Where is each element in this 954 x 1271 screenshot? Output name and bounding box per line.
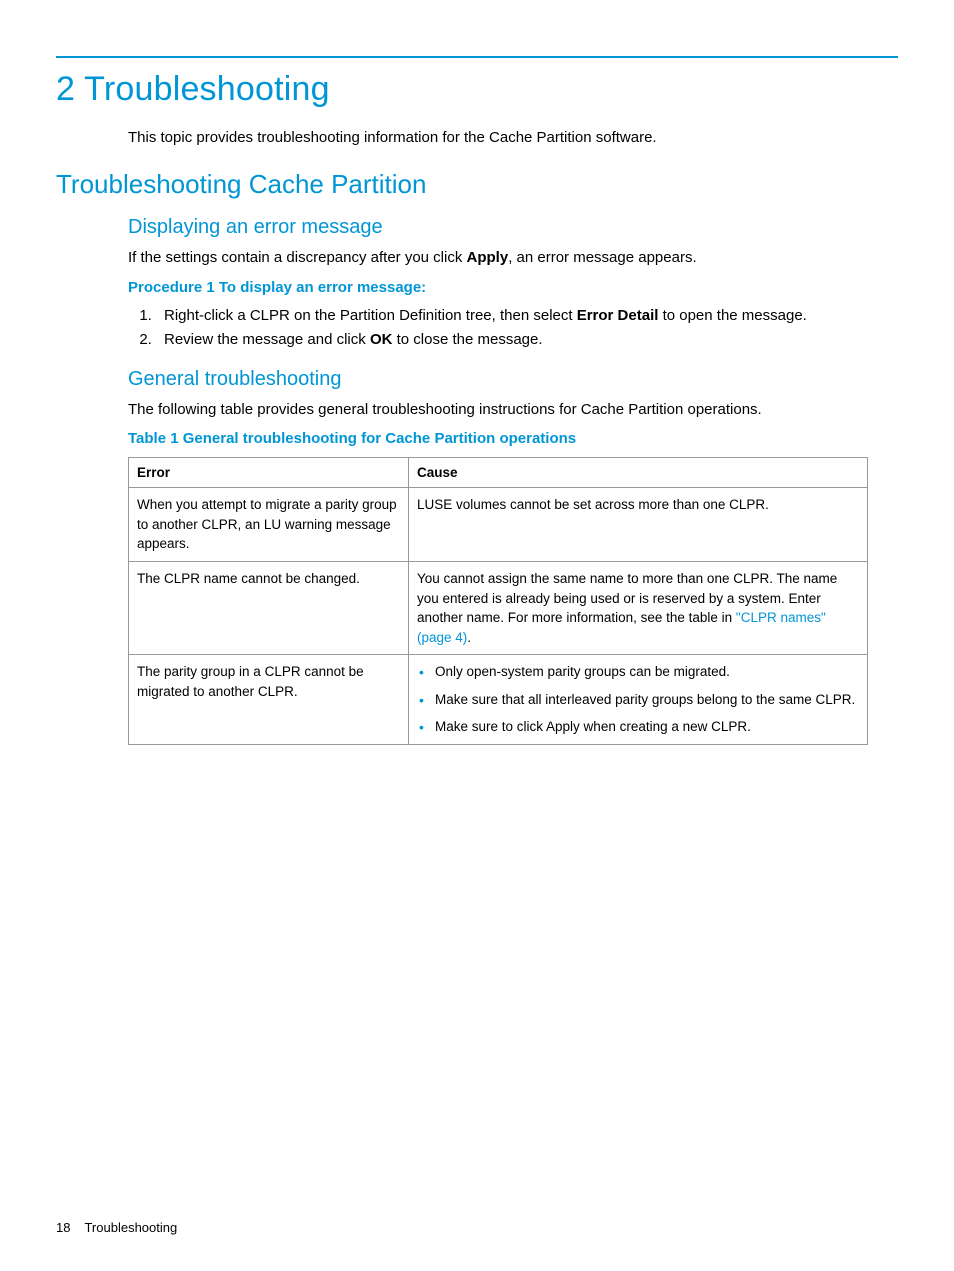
- section-title: Troubleshooting Cache Partition: [56, 169, 898, 200]
- step-text-fragment: to close the message.: [392, 331, 542, 348]
- error-detail-bold: Error Detail: [577, 307, 659, 324]
- chapter-intro: This topic provides troubleshooting info…: [128, 127, 898, 149]
- body-text-fragment: , an error message appears.: [508, 249, 696, 266]
- table-row: The CLPR name cannot be changed. You can…: [129, 561, 868, 654]
- table-header-row: Error Cause: [129, 458, 868, 488]
- body-text-fragment: If the settings contain a discrepancy af…: [128, 249, 467, 266]
- procedure-list: Right-click a CLPR on the Partition Defi…: [128, 304, 898, 352]
- table-cell-cause: Only open-system parity groups can be mi…: [409, 655, 868, 745]
- step-text-fragment: to open the message.: [658, 307, 806, 324]
- footer-section-label: Troubleshooting: [84, 1220, 177, 1235]
- chapter-title: 2 Troubleshooting: [56, 70, 898, 109]
- subsection-general-troubleshooting: General troubleshooting: [128, 368, 898, 391]
- page-number: 18: [56, 1220, 70, 1235]
- general-troubleshooting-body: The following table provides general tro…: [128, 399, 898, 421]
- subsection-displaying-error: Displaying an error message: [128, 216, 898, 239]
- top-rule: [56, 56, 898, 58]
- cause-bullet-list: Only open-system parity groups can be mi…: [417, 662, 859, 737]
- procedure-heading: Procedure 1 To display an error message:: [128, 279, 898, 296]
- ok-bold: OK: [370, 331, 393, 348]
- table-cell-cause: You cannot assign the same name to more …: [409, 561, 868, 654]
- step-text-fragment: Right-click a CLPR on the Partition Defi…: [164, 307, 577, 324]
- table-header-cause: Cause: [409, 458, 868, 488]
- table-title: Table 1 General troubleshooting for Cach…: [128, 430, 898, 447]
- table-cell-error: The parity group in a CLPR cannot be mig…: [129, 655, 409, 745]
- step-text-fragment: Review the message and click: [164, 331, 370, 348]
- table-cell-cause: LUSE volumes cannot be set across more t…: [409, 488, 868, 562]
- displaying-error-body: If the settings contain a discrepancy af…: [128, 247, 898, 269]
- table-row: The parity group in a CLPR cannot be mig…: [129, 655, 868, 745]
- page-footer: 18 Troubleshooting: [56, 1220, 177, 1235]
- table-cell-error: When you attempt to migrate a parity gro…: [129, 488, 409, 562]
- procedure-step-1: Right-click a CLPR on the Partition Defi…: [156, 304, 898, 328]
- table-cell-error: The CLPR name cannot be changed.: [129, 561, 409, 654]
- troubleshooting-table: Error Cause When you attempt to migrate …: [128, 457, 868, 745]
- cause-text-fragment: .: [467, 630, 471, 645]
- apply-bold: Apply: [467, 249, 509, 266]
- cause-bullet-item: Make sure to click Apply when creating a…: [417, 717, 859, 737]
- table-header-error: Error: [129, 458, 409, 488]
- cause-bullet-item: Make sure that all interleaved parity gr…: [417, 690, 859, 710]
- procedure-step-2: Review the message and click OK to close…: [156, 328, 898, 352]
- cause-bullet-item: Only open-system parity groups can be mi…: [417, 662, 859, 682]
- table-row: When you attempt to migrate a parity gro…: [129, 488, 868, 562]
